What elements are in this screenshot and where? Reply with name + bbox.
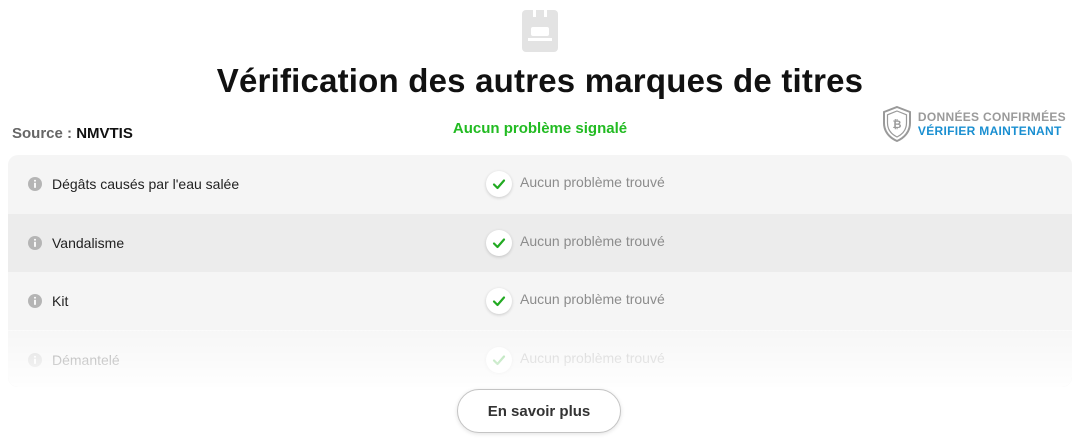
check-label: Kit — [52, 293, 69, 310]
check-icon — [486, 171, 512, 197]
check-status: Aucun problème trouvé — [520, 232, 665, 249]
check-icon — [486, 288, 512, 314]
badge-line1: DONNÉES CONFIRMÉES — [917, 110, 1066, 124]
checks-table: Dégâts causés par l'eau salée Aucun prob… — [8, 155, 1072, 387]
shield-bitcoin-icon: ₿ — [882, 106, 911, 142]
check-icon — [486, 229, 512, 256]
title-brands-check-section: Vérification des autres marques de titre… — [0, 0, 1080, 440]
check-label: Démantelé — [52, 351, 120, 368]
info-icon[interactable] — [28, 294, 42, 309]
info-icon[interactable] — [28, 177, 42, 192]
check-row: Kit Aucun problème trouvé — [8, 272, 1072, 331]
check-label: Vandalisme — [52, 234, 125, 251]
svg-text:₿: ₿ — [892, 118, 901, 131]
check-status: Aucun problème trouvé — [520, 174, 665, 190]
data-confirmed-badge[interactable]: ₿ DONNÉES CONFIRMÉES VÉRIFIER MAINTENANT — [882, 106, 1066, 142]
check-label: Dégâts causés par l'eau salée — [52, 176, 240, 193]
info-icon[interactable] — [28, 352, 42, 367]
document-report-icon — [522, 10, 558, 52]
check-row: Démantelé Aucun problème trouvé — [8, 330, 1072, 387]
check-row: Dégâts causés par l'eau salée Aucun prob… — [8, 155, 1072, 214]
info-icon[interactable] — [28, 235, 42, 250]
page-title: Vérification des autres marques de titre… — [216, 62, 864, 99]
learn-more-button[interactable]: En savoir plus — [457, 389, 621, 433]
check-row: Vandalisme Aucun problème trouvé — [8, 213, 1072, 272]
verify-now-link[interactable]: VÉRIFIER MAINTENANT — [918, 124, 1066, 138]
check-status: Aucun problème trouvé — [520, 291, 665, 307]
check-status: Aucun problème trouvé — [520, 349, 665, 366]
check-icon — [486, 346, 512, 373]
